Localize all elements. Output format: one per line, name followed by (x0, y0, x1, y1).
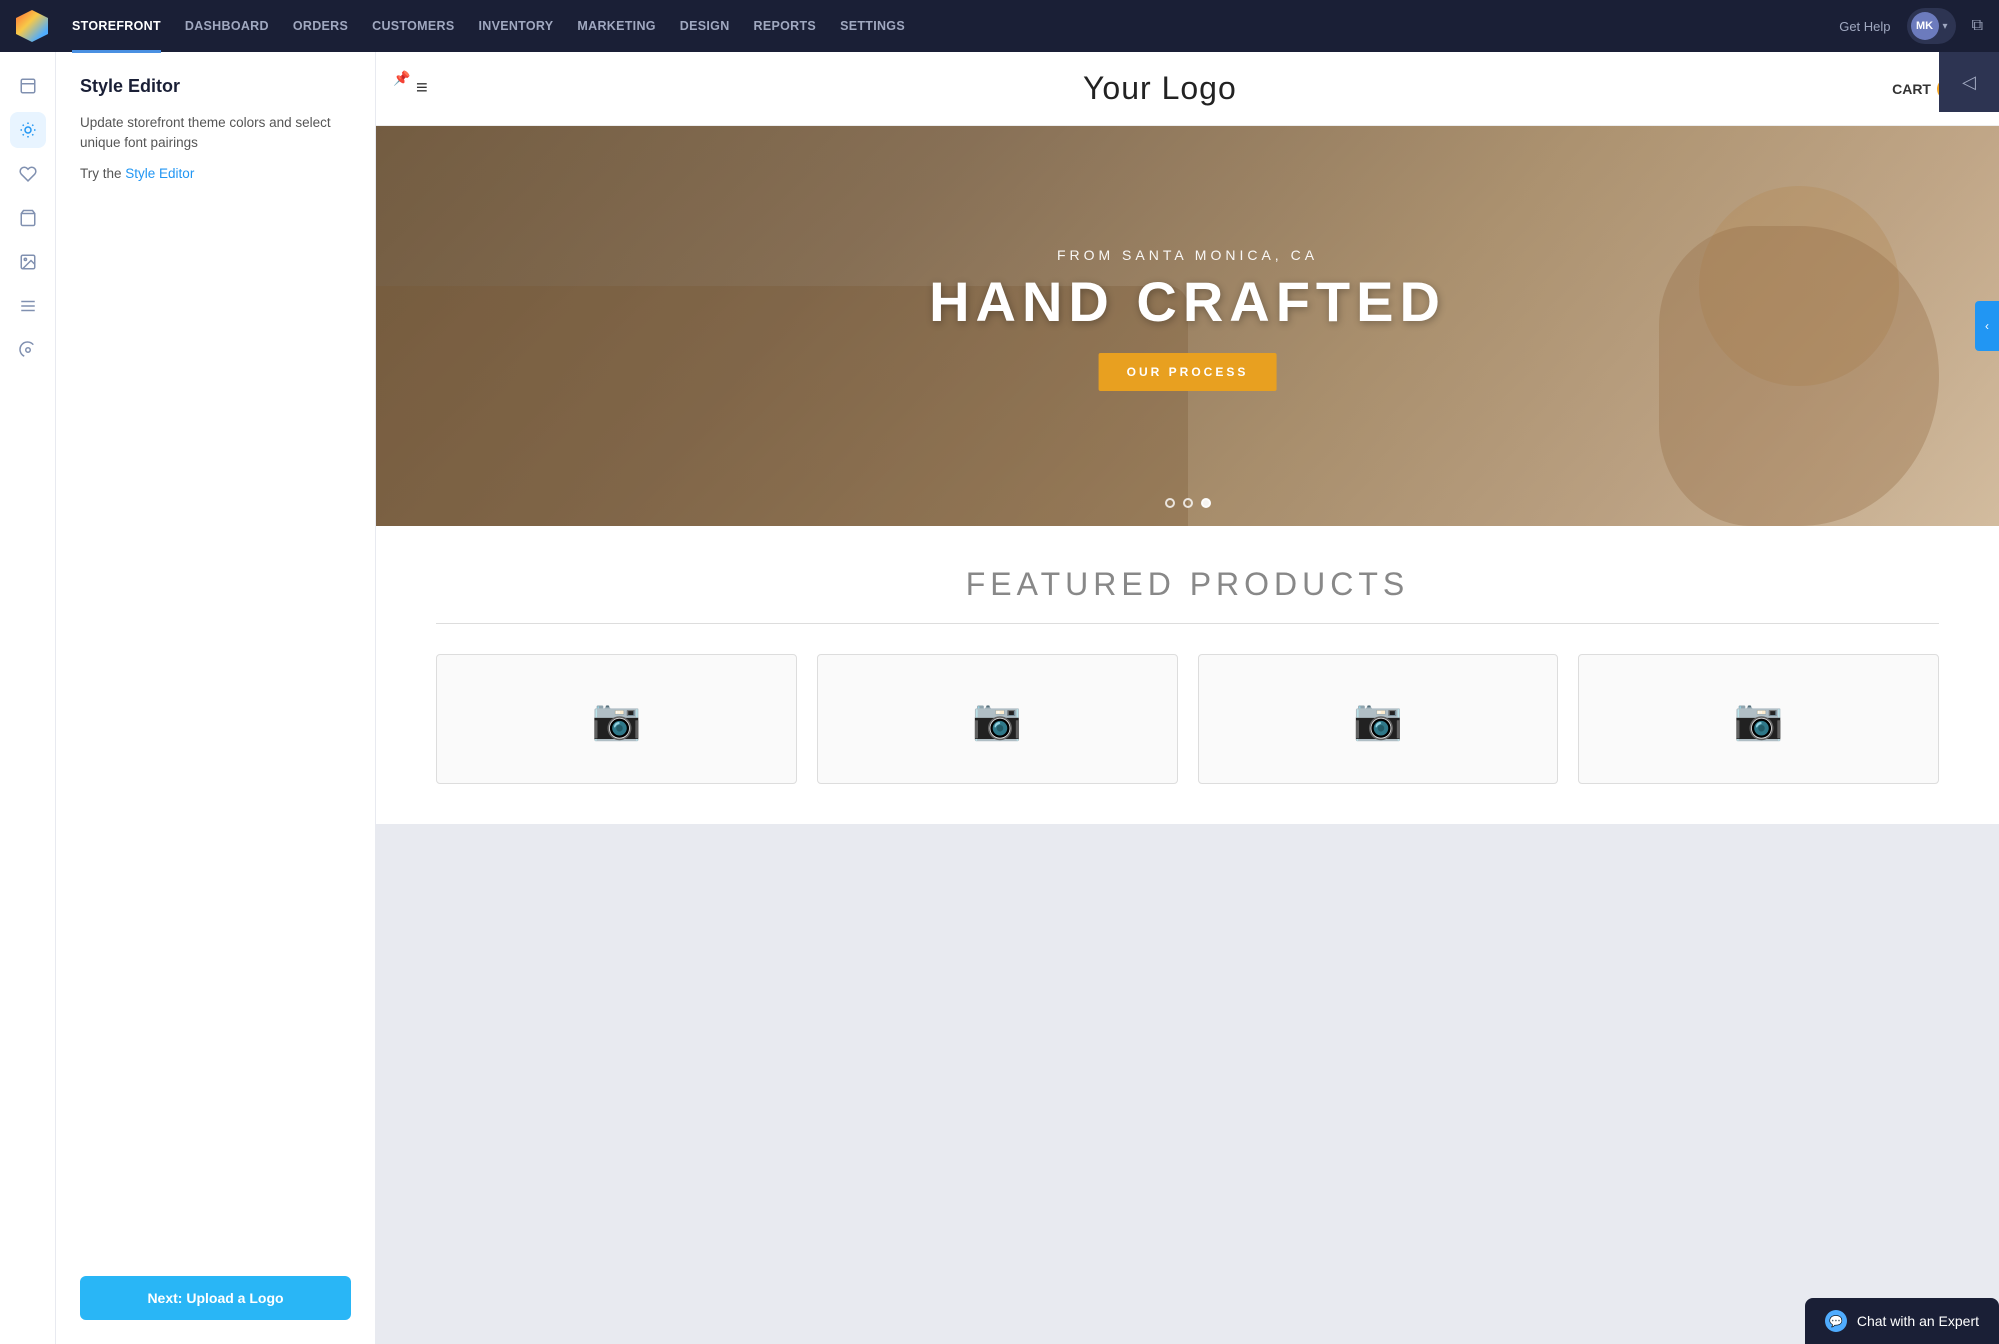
external-link-icon[interactable]: ⧉ (1972, 17, 1983, 35)
sidebar-style-icon[interactable] (10, 112, 46, 148)
hero-carousel-dots (1165, 498, 1211, 508)
sidebar-pages-icon[interactable] (10, 68, 46, 104)
chevron-down-icon: ▾ (1943, 21, 1948, 32)
preview-area: 📌 ◁ ≡ Your Logo CART 0 (376, 52, 1999, 1344)
featured-section: FEATURED PRODUCTS 📷 📷 📷 📷 (376, 526, 1999, 824)
hero-cta-button[interactable]: OUR PROCESS (1099, 353, 1277, 391)
hero-dot-3[interactable] (1201, 498, 1211, 508)
cart-label: CART (1892, 81, 1931, 97)
hero-title: HAND CRAFTED (929, 271, 1446, 333)
featured-title: FEATURED PRODUCTS (436, 566, 1939, 603)
collapse-panel-button[interactable]: ‹ (1975, 301, 1999, 351)
pin-icon[interactable]: 📌 (388, 64, 416, 92)
panel-title: Style Editor (80, 76, 351, 97)
panel-try-text: Try the Style Editor (80, 166, 351, 181)
store-logo: Your Logo (1083, 70, 1237, 107)
top-nav: STOREFRONT DASHBOARD ORDERS CUSTOMERS IN… (0, 0, 1999, 52)
hero-content: FROM SANTA MONICA, CA HAND CRAFTED OUR P… (929, 247, 1446, 391)
sidebar-menu-icon[interactable] (10, 288, 46, 324)
products-grid: 📷 📷 📷 📷 (436, 654, 1939, 784)
hero-dot-1[interactable] (1165, 498, 1175, 508)
nav-design[interactable]: DESIGN (680, 15, 730, 37)
product-placeholder-icon-4: 📷 (1734, 696, 1784, 743)
sidebar-icons (0, 52, 56, 1344)
sidebar-wishlist-icon[interactable] (10, 156, 46, 192)
main-layout: Style Editor Update storefront theme col… (0, 52, 1999, 1344)
product-card-4[interactable]: 📷 (1578, 654, 1939, 784)
nav-items: STOREFRONT DASHBOARD ORDERS CUSTOMERS IN… (72, 15, 1815, 37)
product-placeholder-icon-3: 📷 (1353, 696, 1403, 743)
sidebar-images-icon[interactable] (10, 244, 46, 280)
style-editor-link[interactable]: Style Editor (125, 166, 194, 181)
nav-reports[interactable]: REPORTS (754, 15, 817, 37)
product-placeholder-icon-2: 📷 (972, 696, 1022, 743)
storefront-preview: 📌 ◁ ≡ Your Logo CART 0 (376, 52, 1999, 824)
product-card-1[interactable]: 📷 (436, 654, 797, 784)
nav-marketing[interactable]: MARKETING (577, 15, 655, 37)
get-help-link[interactable]: Get Help (1839, 19, 1890, 34)
user-menu[interactable]: MK ▾ (1907, 8, 1956, 44)
featured-divider (436, 623, 1939, 624)
dark-panel-icon: ◁ (1962, 72, 1976, 93)
next-upload-logo-button[interactable]: Next: Upload a Logo (80, 1276, 351, 1320)
product-card-2[interactable]: 📷 (817, 654, 1178, 784)
hamburger-menu-icon[interactable]: ≡ (416, 77, 428, 100)
nav-storefront[interactable]: STOREFRONT (72, 15, 161, 37)
nav-dashboard[interactable]: DASHBOARD (185, 15, 269, 37)
nav-inventory[interactable]: INVENTORY (478, 15, 553, 37)
chat-bubble-icon: 💬 (1825, 1310, 1847, 1332)
nav-settings[interactable]: SETTINGS (840, 15, 905, 37)
product-placeholder-icon-1: 📷 (591, 696, 641, 743)
hero-subtitle: FROM SANTA MONICA, CA (929, 247, 1446, 263)
nav-orders[interactable]: ORDERS (293, 15, 348, 37)
chat-with-expert-button[interactable]: 💬 Chat with an Expert (1805, 1298, 1999, 1344)
storefront-header: ≡ Your Logo CART 0 (376, 52, 1999, 126)
pin-icon-area: 📌 (388, 64, 416, 92)
chat-label: Chat with an Expert (1857, 1313, 1979, 1329)
brand-logo[interactable] (16, 10, 48, 42)
hero-banner: FROM SANTA MONICA, CA HAND CRAFTED OUR P… (376, 126, 1999, 526)
style-editor-panel: Style Editor Update storefront theme col… (56, 52, 376, 1344)
nav-customers[interactable]: CUSTOMERS (372, 15, 454, 37)
sidebar-products-icon[interactable] (10, 200, 46, 236)
sidebar-extras-icon[interactable] (10, 332, 46, 368)
hero-dot-2[interactable] (1183, 498, 1193, 508)
avatar: MK (1911, 12, 1939, 40)
product-card-3[interactable]: 📷 (1198, 654, 1559, 784)
dark-panel-button[interactable]: ◁ (1939, 52, 1999, 112)
nav-right: Get Help MK ▾ ⧉ (1839, 8, 1983, 44)
panel-description: Update storefront theme colors and selec… (80, 113, 351, 154)
